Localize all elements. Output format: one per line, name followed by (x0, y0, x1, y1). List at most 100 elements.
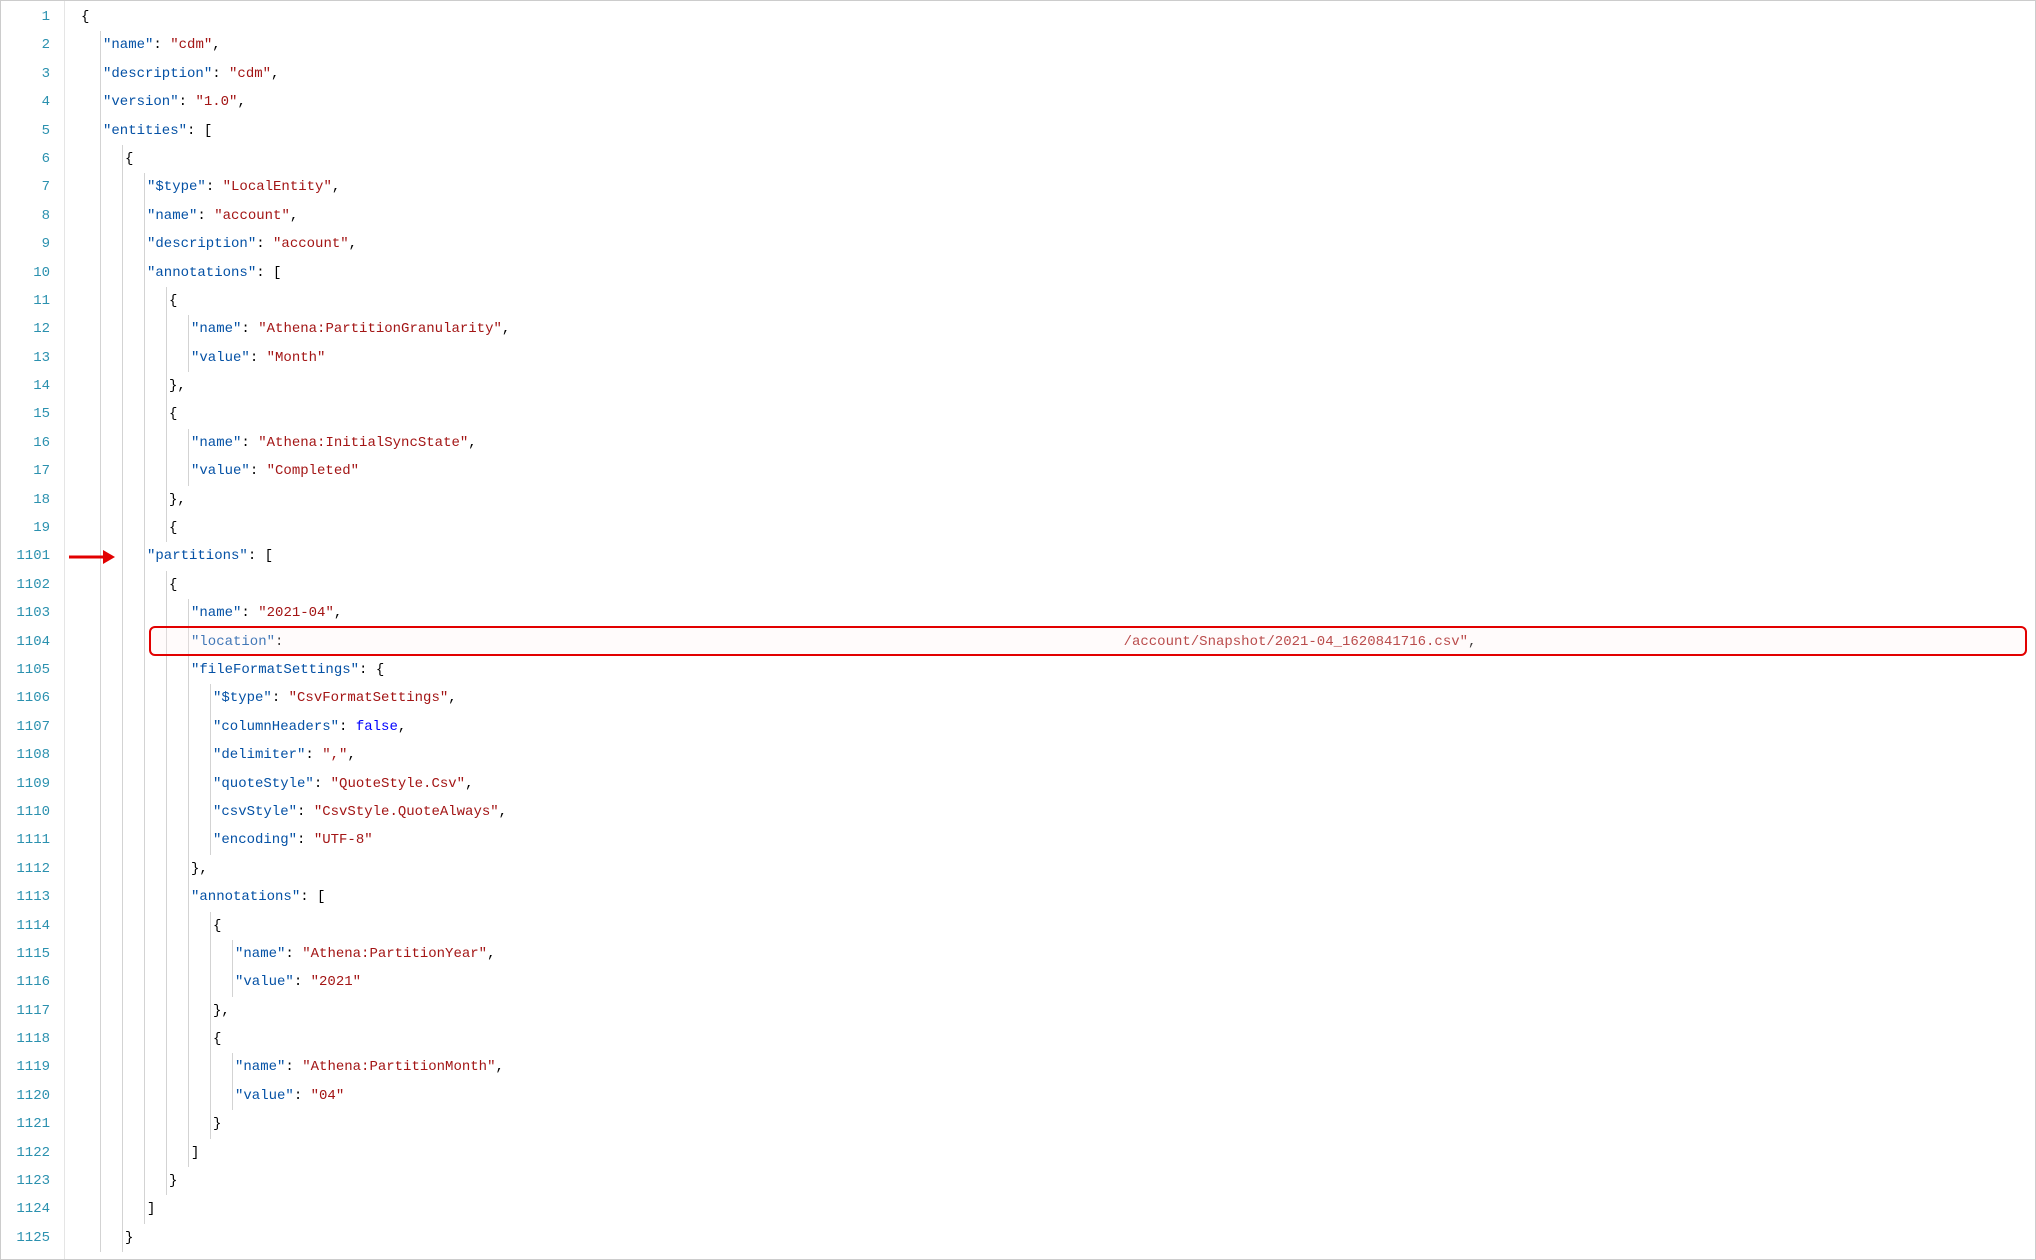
code-line[interactable]: "value": "Completed" (77, 457, 2035, 485)
token-punct: : (250, 463, 267, 479)
line-number: 11 (1, 287, 64, 315)
code-line-content: "delimiter": ",", (77, 747, 356, 763)
indent-guide (122, 344, 123, 372)
code-line[interactable]: "$type": "CsvFormatSettings", (77, 684, 2035, 712)
indent-guide (100, 1195, 101, 1223)
code-line[interactable]: "quoteStyle": "QuoteStyle.Csv", (77, 770, 2035, 798)
token-str: "Month" (267, 350, 326, 366)
indent-guide (122, 571, 123, 599)
indent-guide (210, 713, 211, 741)
code-line[interactable]: "encoding": "UTF-8" (77, 826, 2035, 854)
code-line[interactable]: { (77, 571, 2035, 599)
indent-guide (210, 684, 211, 712)
code-line[interactable]: { (77, 912, 2035, 940)
indent-guide (210, 912, 211, 940)
token-punct: : (339, 719, 356, 735)
indent-guide (144, 173, 145, 201)
code-line[interactable]: { (77, 514, 2035, 542)
code-line[interactable]: "csvStyle": "CsvStyle.QuoteAlways", (77, 798, 2035, 826)
indent-guide (166, 1167, 167, 1195)
code-line[interactable]: "value": "04" (77, 1082, 2035, 1110)
indent-guide (166, 912, 167, 940)
code-line[interactable]: { (77, 145, 2035, 173)
code-line[interactable]: { (77, 287, 2035, 315)
code-line[interactable]: "name": "Athena:PartitionGranularity", (77, 315, 2035, 343)
token-punct: { (169, 520, 177, 536)
code-line[interactable]: } (77, 1110, 2035, 1138)
code-line[interactable]: "name": "account", (77, 202, 2035, 230)
indent-guide (122, 1025, 123, 1053)
code-line[interactable]: { (77, 3, 2035, 31)
indent-guide (188, 344, 189, 372)
token-key: "partitions" (147, 548, 248, 564)
indent-guide (100, 628, 101, 656)
indent-guide (166, 968, 167, 996)
code-line[interactable]: "columnHeaders": false, (77, 713, 2035, 741)
code-line[interactable]: "description": "account", (77, 230, 2035, 258)
code-line[interactable]: }, (77, 997, 2035, 1025)
indent-guide (100, 770, 101, 798)
code-line[interactable]: { (77, 400, 2035, 428)
code-line[interactable]: "name": "cdm", (77, 31, 2035, 59)
code-line[interactable]: "annotations": [ (77, 883, 2035, 911)
code-content[interactable]: {"name": "cdm","description": "cdm","ver… (65, 1, 2035, 1259)
line-number: 4 (1, 88, 64, 116)
code-line[interactable]: { (77, 1025, 2035, 1053)
token-punct: : (250, 350, 267, 366)
code-line[interactable]: "fileFormatSettings": { (77, 656, 2035, 684)
code-line[interactable]: "annotations": [ (77, 259, 2035, 287)
indent-guide (166, 1025, 167, 1053)
code-line-content: }, (77, 492, 186, 508)
line-number: 1114 (1, 912, 64, 940)
indent-guide (188, 997, 189, 1025)
indent-guide (100, 912, 101, 940)
line-number: 1101 (1, 542, 64, 570)
line-number: 15 (1, 400, 64, 428)
indent-guide (166, 400, 167, 428)
line-number: 1103 (1, 599, 64, 627)
code-line[interactable]: ] (77, 1139, 2035, 1167)
code-line[interactable]: "value": "Month" (77, 344, 2035, 372)
code-line[interactable]: "partitions": [ (77, 542, 2035, 570)
code-line[interactable]: "location": /account/Snapshot/2021-04_16… (77, 628, 2035, 656)
indent-guide (144, 259, 145, 287)
code-line[interactable]: "name": "Athena:InitialSyncState", (77, 429, 2035, 457)
code-line[interactable]: "name": "Athena:PartitionYear", (77, 940, 2035, 968)
token-punct: , (1468, 634, 1476, 650)
indent-guide (166, 940, 167, 968)
indent-guide (188, 826, 189, 854)
token-punct: } (169, 1173, 177, 1189)
token-punct: , (487, 946, 495, 962)
code-line-content: "description": "account", (77, 236, 357, 252)
token-punct: , (290, 208, 298, 224)
code-line[interactable]: "description": "cdm", (77, 60, 2035, 88)
code-line[interactable]: }, (77, 486, 2035, 514)
code-line[interactable]: "name": "Athena:PartitionMonth", (77, 1053, 2035, 1081)
code-line[interactable]: } (77, 1167, 2035, 1195)
code-line-content: "annotations": [ (77, 265, 281, 281)
code-line[interactable]: "name": "2021-04", (77, 599, 2035, 627)
code-line[interactable]: "delimiter": ",", (77, 741, 2035, 769)
code-editor[interactable]: 1234567891011121314151617181911011102110… (1, 1, 2035, 1259)
code-line[interactable]: "version": "1.0", (77, 88, 2035, 116)
code-line[interactable]: }, (77, 855, 2035, 883)
token-punct: ] (191, 1145, 199, 1161)
code-line[interactable]: }, (77, 372, 2035, 400)
indent-guide (100, 202, 101, 230)
code-line-content: "csvStyle": "CsvStyle.QuoteAlways", (77, 804, 507, 820)
code-line[interactable]: ] (77, 1195, 2035, 1223)
code-line[interactable]: "value": "2021" (77, 968, 2035, 996)
code-line[interactable]: "entities": [ (77, 117, 2035, 145)
code-line[interactable]: "$type": "LocalEntity", (77, 173, 2035, 201)
code-line[interactable]: } (77, 1224, 2035, 1252)
indent-guide (166, 713, 167, 741)
token-key: "$type" (213, 690, 272, 706)
indent-guide (100, 940, 101, 968)
indent-guide (188, 1110, 189, 1138)
indent-guide (100, 1110, 101, 1138)
token-punct: : (297, 804, 314, 820)
token-punct: : (241, 435, 258, 451)
code-line-content: "description": "cdm", (77, 66, 279, 82)
line-number: 19 (1, 514, 64, 542)
indent-guide (166, 429, 167, 457)
